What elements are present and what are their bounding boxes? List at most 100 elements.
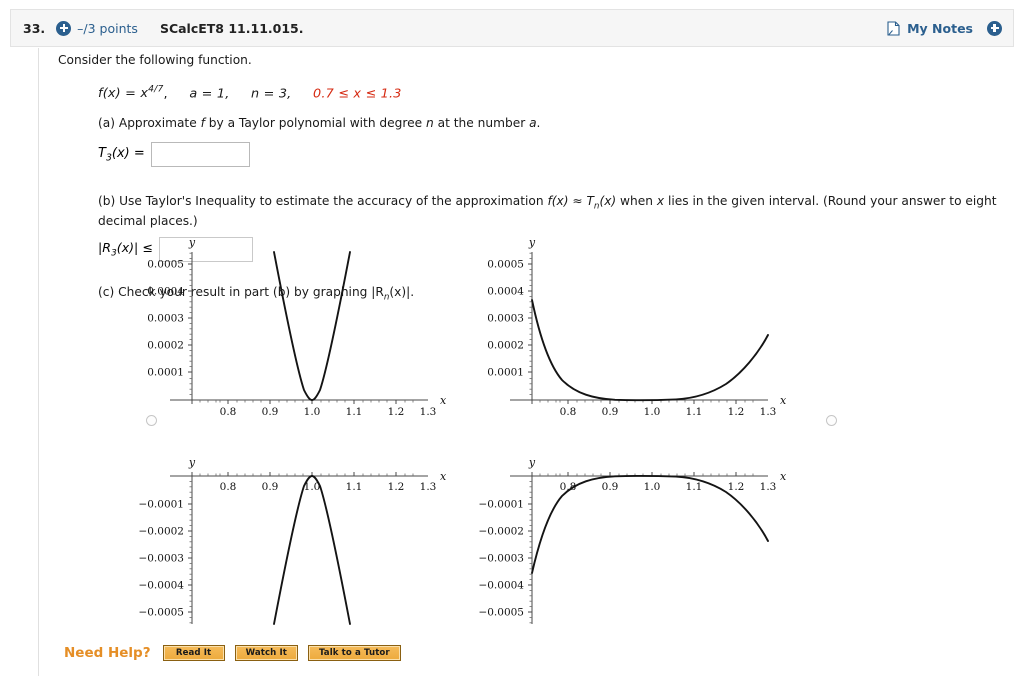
- part-a-text-1: (a) Approximate: [98, 115, 201, 130]
- svg-text:0.8: 0.8: [560, 406, 577, 418]
- svg-text:x: x: [440, 394, 447, 407]
- graph-option-2[interactable]: 0.8 0.9 1.0 1.1 1.2 1.3 0.0001 0.0002 0.0003…: [470, 234, 837, 434]
- svg-text:1.0: 1.0: [644, 481, 661, 493]
- svg-text:0.9: 0.9: [602, 481, 619, 493]
- svg-text:1.1: 1.1: [686, 481, 703, 493]
- question-header-bar: 33. –/3 points SCalcET8 11.11.015. My No…: [10, 9, 1014, 47]
- part-a-a: a: [529, 115, 537, 130]
- problem-code: SCalcET8 11.11.015.: [159, 20, 304, 36]
- svg-text:1.3: 1.3: [760, 406, 777, 418]
- svg-text:0.0005: 0.0005: [487, 259, 524, 271]
- n-value: n = 3,: [251, 85, 292, 101]
- talk-to-a-tutor-button[interactable]: Talk to a Tutor: [307, 645, 401, 661]
- svg-text:0.8: 0.8: [220, 406, 237, 418]
- need-help-label: Need Help?: [64, 645, 151, 661]
- part-b-tn: Tn(x): [586, 194, 617, 212]
- svg-text:1.2: 1.2: [728, 406, 745, 418]
- part-a-n: n: [426, 115, 434, 130]
- graph-4-plot: 0.8 0.9 1.0 1.1 1.2 1.3 −0.0001−0.0002 −0.0…: [478, 456, 787, 624]
- svg-text:0.9: 0.9: [262, 406, 279, 418]
- graph-option-1-radio[interactable]: [146, 415, 157, 426]
- svg-text:−0.0002: −0.0002: [478, 526, 524, 538]
- svg-text:0.0003: 0.0003: [147, 313, 184, 325]
- svg-text:y: y: [188, 456, 196, 469]
- svg-text:−0.0001: −0.0001: [138, 499, 184, 511]
- svg-text:0.9: 0.9: [262, 481, 279, 493]
- svg-text:0.0003: 0.0003: [487, 313, 524, 325]
- note-page-icon: [887, 20, 900, 36]
- question-number: 33.: [23, 20, 46, 36]
- svg-text:−0.0003: −0.0003: [138, 553, 184, 565]
- svg-text:x: x: [780, 394, 787, 407]
- watch-it-button[interactable]: Watch It: [234, 645, 298, 661]
- svg-text:−0.0002: −0.0002: [138, 526, 184, 538]
- part-b-x: x: [656, 194, 665, 209]
- svg-text:0.0005: 0.0005: [147, 259, 184, 271]
- interval-value: 0.7 ≤ x ≤ 1.3: [313, 85, 402, 101]
- graph-option-2-radio[interactable]: [826, 415, 837, 426]
- svg-text:1.1: 1.1: [686, 406, 703, 418]
- svg-text:0.0001: 0.0001: [487, 367, 524, 379]
- svg-text:1.1: 1.1: [346, 481, 363, 493]
- svg-text:−0.0005: −0.0005: [478, 607, 524, 619]
- svg-text:y: y: [188, 236, 196, 249]
- svg-text:−0.0004: −0.0004: [138, 580, 184, 592]
- function-definition: f(x) = x4/7, a = 1, n = 3, 0.7 ≤ x ≤ 1.3: [98, 83, 1008, 104]
- svg-text:1.3: 1.3: [420, 406, 437, 418]
- graph-1-plot: 0.8 0.9 1.0 1.1 1.2 1.3 0.0001 0.0002 0.0003…: [147, 236, 447, 418]
- graph-options-grid: 0.8 0.9 1.0 1.1 1.2 1.3 0.0001 0.0002 0.0003…: [130, 234, 930, 634]
- svg-text:−0.0005: −0.0005: [138, 607, 184, 619]
- left-divider-rule: [38, 48, 39, 676]
- svg-text:0.8: 0.8: [220, 481, 237, 493]
- svg-text:x: x: [780, 470, 787, 483]
- svg-text:1.3: 1.3: [420, 481, 437, 493]
- svg-text:y: y: [528, 236, 536, 249]
- t3-answer-input[interactable]: [150, 142, 250, 168]
- a-value: a = 1,: [189, 85, 230, 101]
- svg-text:0.9: 0.9: [602, 406, 619, 418]
- points-label: –/3 points: [77, 20, 138, 36]
- read-it-button[interactable]: Read It: [162, 645, 225, 661]
- svg-text:−0.0004: −0.0004: [478, 580, 524, 592]
- assignment-page: 33. –/3 points SCalcET8 11.11.015. My No…: [0, 0, 1024, 676]
- graph-option-3[interactable]: 0.8 0.9 1.0 1.1 1.2 1.3 −0.0001 −0.0002 −0.0…: [130, 454, 480, 654]
- function-comma: ,: [163, 85, 168, 101]
- part-a-period: .: [536, 115, 541, 130]
- part-a-answer-row: T3(x) =: [98, 142, 1008, 168]
- part-a-text-3: at the number: [433, 115, 530, 130]
- svg-text:1.0: 1.0: [644, 406, 661, 418]
- svg-text:0.0002: 0.0002: [487, 340, 524, 352]
- svg-text:1.3: 1.3: [760, 481, 777, 493]
- part-a-prompt: (a) Approximate f by a Taylor polynomial…: [98, 115, 1008, 133]
- graph-option-1[interactable]: 0.8 0.9 1.0 1.1 1.2 1.3 0.0001 0.0002 0.0003…: [130, 234, 480, 434]
- need-help-section: Need Help? Read It Watch It Talk to a Tu…: [64, 645, 411, 661]
- part-b-text-2: when: [616, 194, 657, 209]
- svg-text:0.0004: 0.0004: [487, 286, 524, 298]
- svg-text:−0.0001: −0.0001: [478, 499, 524, 511]
- part-b-approx-sign: ≈: [568, 194, 587, 209]
- part-b-text-1: (b) Use Taylor's Inequality to estimate …: [98, 194, 548, 209]
- svg-text:x: x: [440, 470, 447, 483]
- svg-text:1.0: 1.0: [304, 406, 321, 418]
- plus-circle-icon[interactable]: [56, 20, 72, 36]
- svg-text:y: y: [528, 456, 536, 469]
- svg-text:1.2: 1.2: [388, 481, 405, 493]
- svg-text:1.1: 1.1: [346, 406, 363, 418]
- add-note-plus-circle-icon[interactable]: [987, 20, 1002, 36]
- header-right-tools: My Notes: [887, 20, 1002, 36]
- svg-text:0.0002: 0.0002: [147, 340, 184, 352]
- svg-text:1.2: 1.2: [728, 481, 745, 493]
- part-b-prompt: (b) Use Taylor's Inequality to estimate …: [98, 193, 1008, 231]
- intro-text: Consider the following function.: [58, 53, 252, 67]
- function-expression: f(x) = x4/7: [98, 83, 164, 101]
- svg-text:0.0004: 0.0004: [147, 286, 184, 298]
- t3-label: T3(x) =: [98, 145, 145, 164]
- my-notes-label[interactable]: My Notes: [907, 21, 973, 36]
- svg-text:−0.0003: −0.0003: [478, 553, 524, 565]
- svg-text:0.0001: 0.0001: [147, 367, 184, 379]
- svg-text:1.2: 1.2: [388, 406, 405, 418]
- part-b-fx: f(x): [547, 194, 569, 209]
- graph-option-4[interactable]: 0.8 0.9 1.0 1.1 1.2 1.3 −0.0001 −0.0002 −0.0…: [470, 454, 820, 654]
- graph-3-plot: 0.8 0.9 1.0 1.1 1.2 1.3 −0.0001−0.0002 −0.0…: [138, 456, 447, 625]
- part-a-text-2: by a Taylor polynomial with degree: [204, 115, 427, 130]
